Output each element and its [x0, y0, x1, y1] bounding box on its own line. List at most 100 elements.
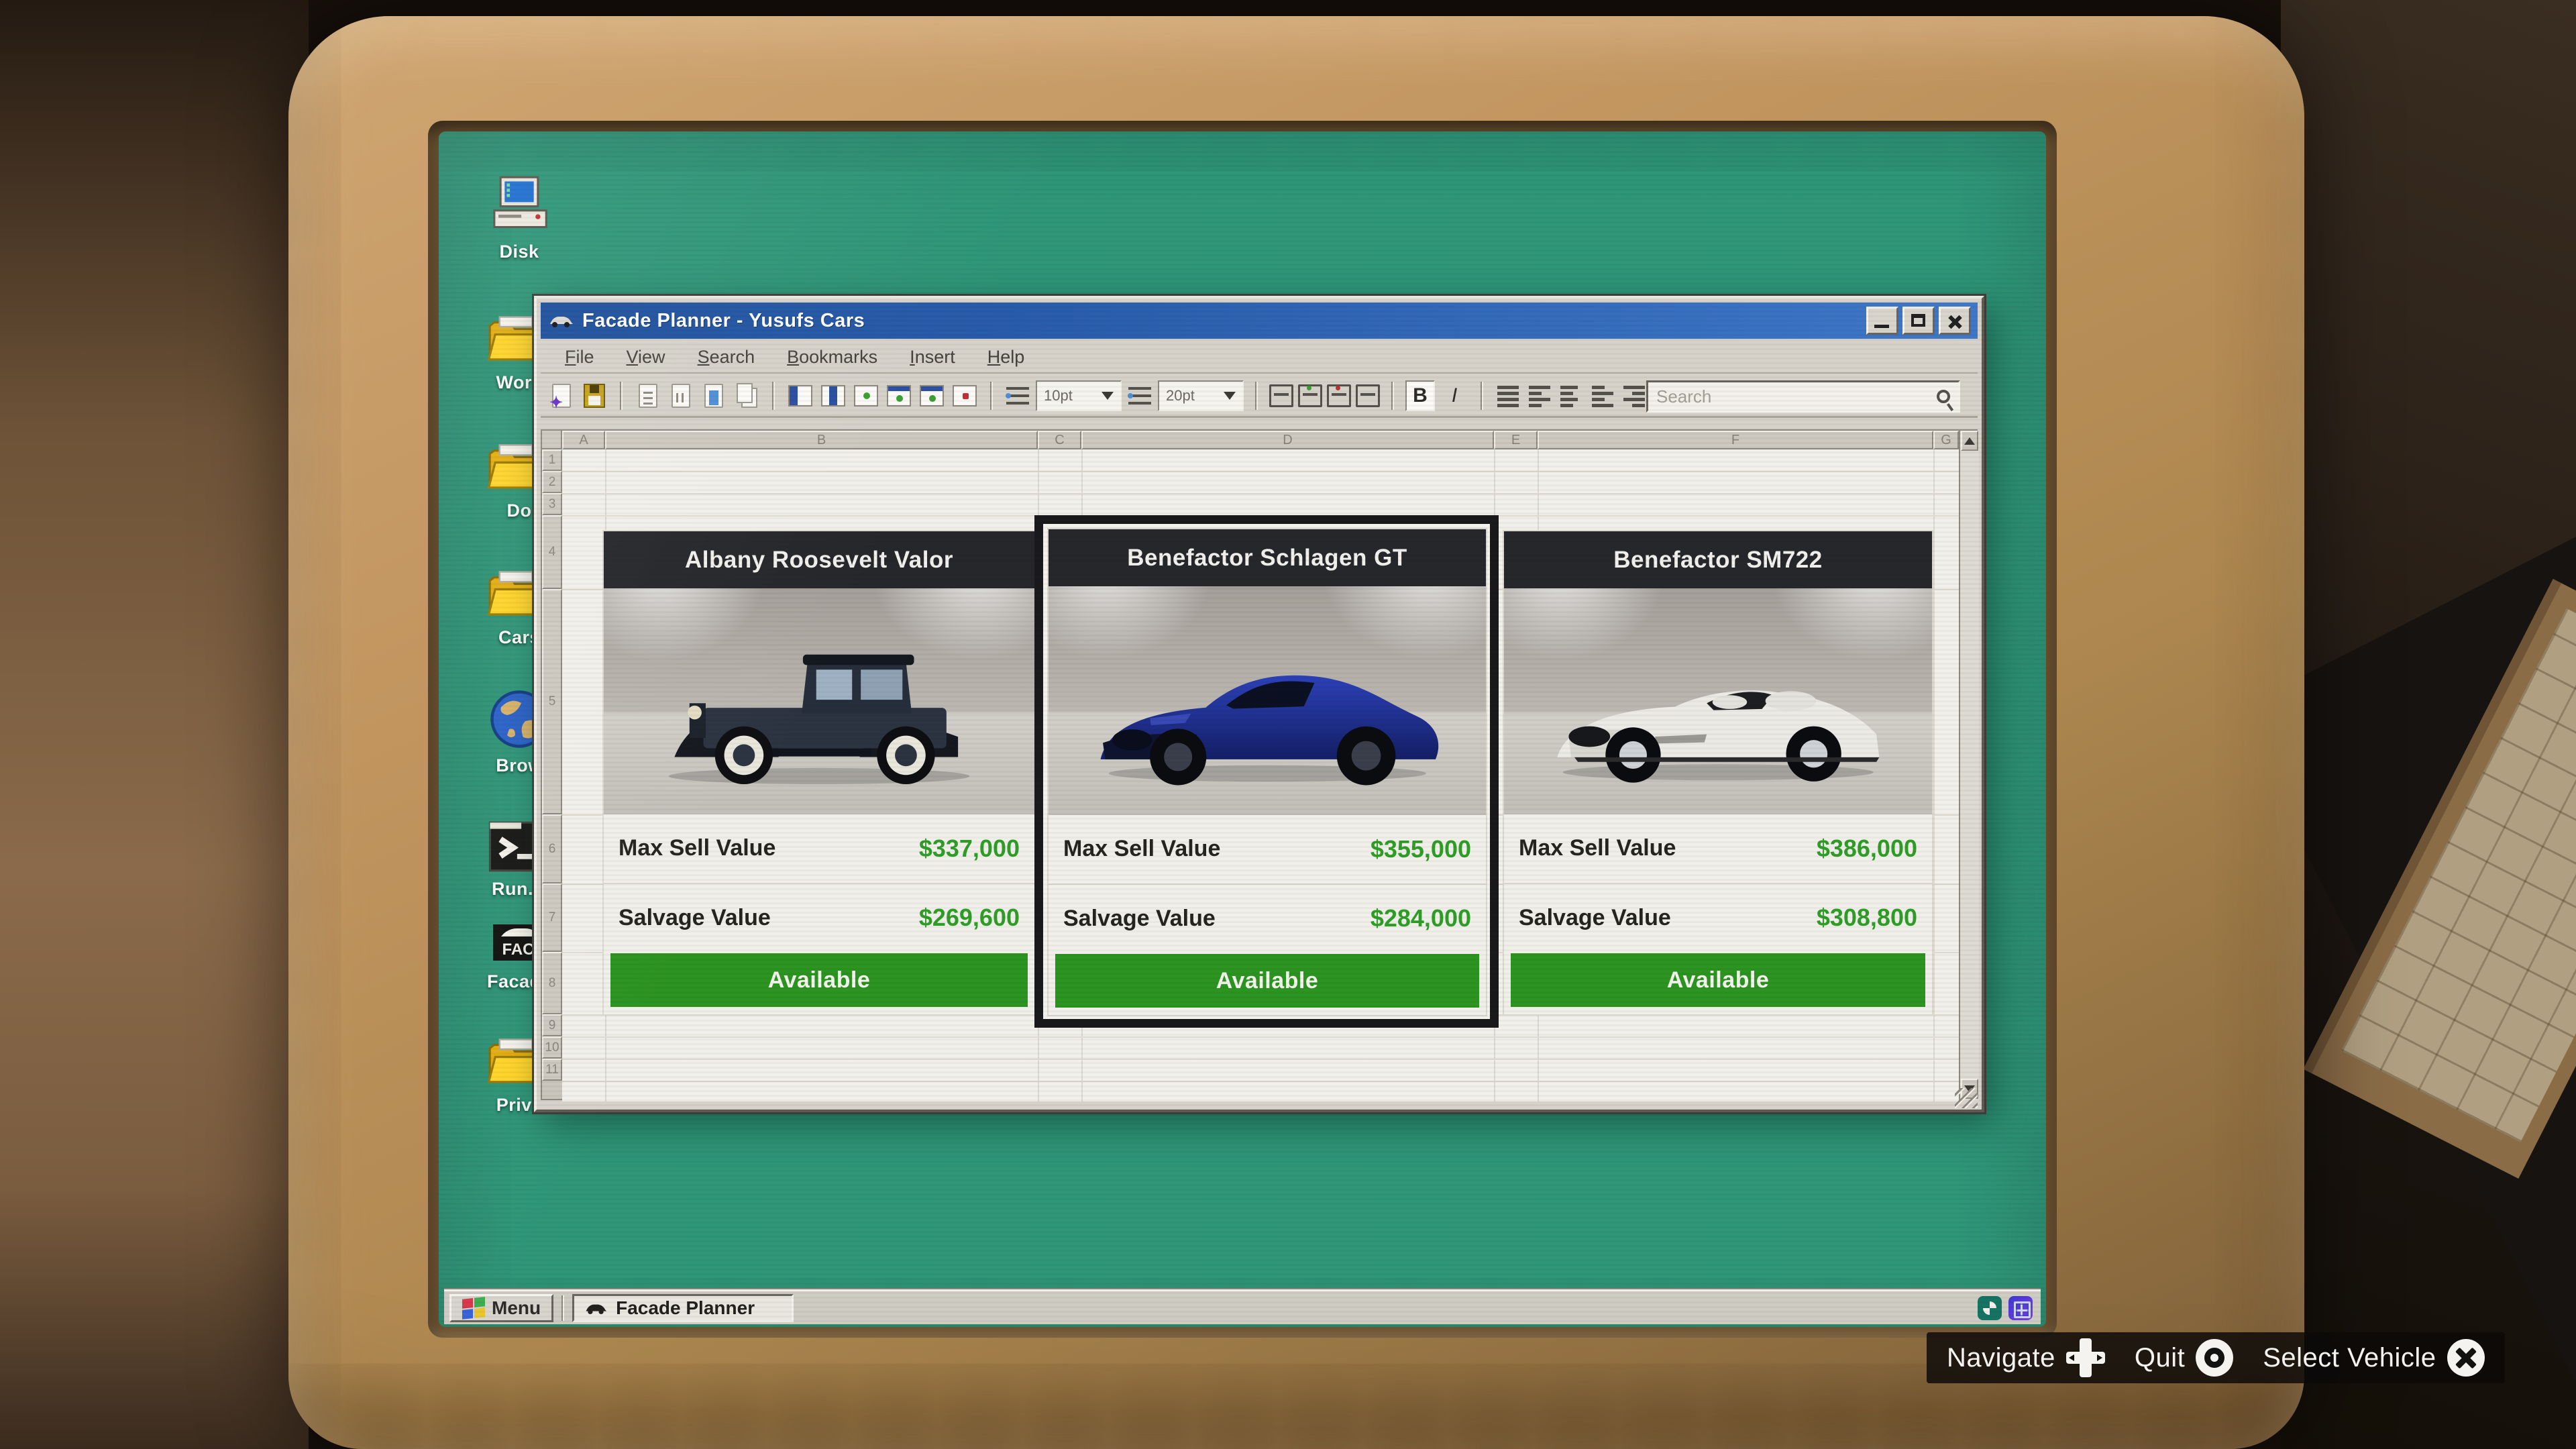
menu-button-label: Menu [492, 1297, 541, 1319]
row-header-10[interactable]: 10 [542, 1036, 562, 1059]
row-header-5[interactable]: 5 [542, 589, 562, 814]
tray-grid-icon[interactable] [2008, 1296, 2033, 1320]
vehicle-card-schlagen[interactable]: Benefactor Schlagen GT [1049, 529, 1486, 1015]
close-button[interactable] [1939, 307, 1971, 335]
vertical-scrollbar[interactable] [1959, 431, 1979, 1102]
menu-search[interactable]: Search [683, 344, 770, 370]
font-size-select-small[interactable]: 10pt [1036, 380, 1122, 411]
print-button[interactable] [634, 381, 662, 411]
column-header-C[interactable]: C [1038, 431, 1081, 449]
align-left-button-2[interactable] [1558, 382, 1585, 409]
window-green-button-2[interactable] [918, 381, 946, 411]
page-dots-button[interactable] [667, 381, 695, 411]
minimize-button[interactable] [1866, 307, 1898, 335]
chevron-down-icon [1102, 392, 1114, 400]
indent-decrease-button[interactable] [1589, 382, 1616, 409]
row-header-2[interactable]: 2 [542, 471, 562, 493]
desktop-screen: Disk Work Do [439, 131, 2046, 1327]
window-green-button[interactable] [885, 381, 913, 411]
cell-format-button-2[interactable] [1298, 384, 1322, 407]
font-size-select-large[interactable]: 20pt [1158, 380, 1244, 411]
align-left-button[interactable] [1526, 382, 1553, 409]
vintage-car-illustration [634, 615, 1004, 800]
cell-format-button-4[interactable] [1356, 384, 1380, 407]
room-wall-left [0, 0, 309, 1449]
view-green-button[interactable] [852, 381, 880, 411]
copy-button[interactable] [733, 381, 761, 411]
insert-image-button[interactable] [700, 381, 728, 411]
menu-bookmarks[interactable]: Bookmarks [772, 344, 892, 370]
panel-left-button[interactable] [786, 381, 814, 411]
vehicle-card-sm722[interactable]: Benefactor SM722 [1504, 531, 1932, 1014]
search-input[interactable] [1656, 386, 1937, 407]
status-footer: Available [1504, 952, 1932, 1014]
taskbar: Menu Facade Planner [444, 1289, 2041, 1324]
resize-grip[interactable] [1955, 1088, 1978, 1108]
page-front-glyph [737, 383, 753, 403]
maximize-button[interactable] [1902, 307, 1935, 335]
column-header-A[interactable]: A [562, 431, 605, 449]
cross-button-icon [2447, 1339, 2485, 1377]
max-sell-value: $386,000 [1817, 835, 1917, 863]
hint-select-vehicle: Select Vehicle [2263, 1339, 2484, 1377]
toolbar-separator [1391, 382, 1394, 410]
save-button[interactable] [580, 381, 608, 411]
row-header-11[interactable]: 11 [542, 1059, 562, 1081]
dpad-icon [2066, 1338, 2105, 1377]
panel-middle-button[interactable] [819, 381, 847, 411]
column-header-D[interactable]: D [1081, 431, 1494, 449]
max-sell-label: Max Sell Value [1519, 835, 1676, 861]
tray-fan-icon[interactable] [1978, 1296, 2002, 1320]
app-car-icon [547, 312, 574, 329]
row-header-4[interactable]: 4 [542, 515, 562, 589]
record-red-button[interactable] [951, 381, 979, 411]
row-header-8[interactable]: 8 [542, 952, 562, 1014]
line-spacing-icon [1004, 382, 1031, 409]
sheet-corner-cell[interactable] [542, 431, 562, 449]
availability-badge: Available [1511, 953, 1925, 1007]
max-sell-row: Max Sell Value $386,000 [1504, 814, 1932, 883]
row-header-1[interactable]: 1 [542, 449, 562, 471]
status-footer: Available [604, 952, 1034, 1014]
system-tray [1978, 1296, 2035, 1320]
bold-button[interactable]: B [1405, 380, 1435, 411]
salvage-row: Salvage Value $269,600 [604, 883, 1034, 953]
menu-help[interactable]: Help [973, 344, 1040, 370]
search-icon [1937, 390, 1950, 403]
column-header-B[interactable]: B [605, 431, 1038, 449]
menu-view[interactable]: View [612, 344, 680, 370]
row-header-7[interactable]: 7 [542, 883, 562, 952]
salvage-value: $269,600 [919, 904, 1020, 932]
row-header-3[interactable]: 3 [542, 493, 562, 515]
navigate-label: Navigate [1947, 1343, 2055, 1373]
page-glyph [639, 384, 657, 408]
toolbar-separator [772, 382, 775, 410]
row-header-9[interactable]: 9 [542, 1014, 562, 1036]
align-table-button[interactable] [1495, 382, 1521, 409]
sheet: Albany Roosevelt Valor [541, 429, 1978, 1100]
scroll-up-button[interactable] [1961, 431, 1978, 451]
cell-format-button-3[interactable] [1327, 384, 1351, 407]
column-header-F[interactable]: F [1538, 431, 1933, 449]
taskbar-task-facade-planner[interactable]: Facade Planner [572, 1294, 794, 1322]
cell-format-button-1[interactable] [1269, 384, 1293, 407]
row-header-6[interactable]: 6 [542, 814, 562, 883]
start-menu-button[interactable]: Menu [449, 1294, 553, 1322]
menu-insert[interactable]: Insert [895, 344, 970, 370]
sheet-grid[interactable]: Albany Roosevelt Valor [562, 449, 1959, 1102]
max-sell-label: Max Sell Value [1063, 836, 1220, 862]
desktop-icon-disk[interactable]: Disk [466, 173, 573, 262]
column-header-G[interactable]: G [1933, 431, 1959, 449]
vehicle-card-roosevelt[interactable]: Albany Roosevelt Valor [604, 531, 1034, 1014]
floppy-icon [584, 384, 605, 408]
computer-icon [486, 173, 553, 237]
indent-increase-button[interactable] [1621, 382, 1648, 409]
dots-glyph [676, 393, 686, 402]
window-titlebar[interactable]: Facade Planner - Yusufs Cars [541, 303, 1978, 339]
minimize-icon [1874, 325, 1889, 328]
new-document-button[interactable]: ✦ [547, 381, 576, 411]
menu-file[interactable]: File [550, 344, 609, 370]
column-header-E[interactable]: E [1494, 431, 1538, 449]
salvage-label: Salvage Value [1063, 906, 1216, 932]
italic-button[interactable]: I [1440, 380, 1469, 411]
